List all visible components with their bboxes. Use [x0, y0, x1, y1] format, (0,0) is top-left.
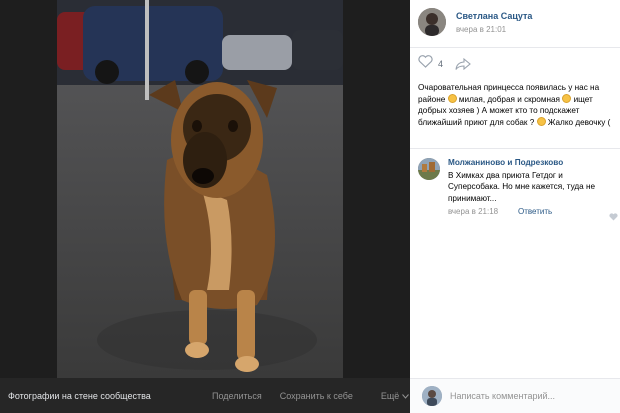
save-photo-link[interactable]: Сохранить к себе [280, 391, 353, 401]
like-button[interactable] [418, 55, 433, 73]
comment-item: Молжаниново и Подрезково В Химках два пр… [418, 156, 618, 221]
like-count: 4 [438, 59, 444, 69]
post-text-2: милая, добрая и скромная [458, 94, 560, 104]
photo-caption-bar: Фотографии на стене сообщества Поделитьс… [0, 378, 410, 413]
comment-input[interactable] [450, 389, 610, 403]
comment-text: В Химках два приюта Гетдог и Суперсобака… [448, 171, 596, 203]
author-name-link[interactable]: Светлана Сацута [456, 11, 532, 21]
share-button[interactable] [455, 58, 471, 70]
comment-like-button[interactable] [609, 208, 618, 226]
more-menu-button[interactable]: Ещё [381, 391, 409, 401]
emoji-icon [562, 93, 572, 103]
post-text: Очаровательная принцесса появилась у нас… [418, 82, 618, 128]
photo-viewer: Фотографии на стене сообщества Поделитьс… [0, 0, 410, 413]
comment-composer [410, 378, 620, 413]
commenter-name-link[interactable]: Молжаниново и Подрезково [448, 158, 563, 167]
like-bar: 4 [418, 55, 471, 73]
comment-time-link[interactable]: вчера в 21:18 [448, 207, 498, 216]
emoji-icon [447, 93, 457, 103]
avatar-image [418, 158, 440, 180]
post-side-panel: Светлана Сацута вчера в 21:01 4 Очароват… [410, 0, 620, 413]
author-avatar[interactable] [418, 8, 446, 36]
photo-actions: Поделиться Сохранить к себе Ещё [212, 391, 409, 401]
divider [410, 148, 620, 149]
commenter-avatar[interactable] [418, 158, 440, 180]
post-author: Светлана Сацута вчера в 21:01 [418, 8, 618, 40]
heart-icon [418, 55, 433, 68]
current-user-avatar[interactable] [422, 386, 442, 406]
post-time-link[interactable]: вчера в 21:01 [456, 25, 506, 34]
avatar-image [422, 386, 442, 406]
chevron-down-icon [401, 394, 409, 399]
album-title-link[interactable]: Фотографии на стене сообщества [8, 391, 151, 401]
avatar-image [418, 8, 446, 36]
emoji-icon [536, 116, 546, 126]
divider [410, 47, 620, 48]
reply-link[interactable]: Ответить [518, 207, 552, 216]
dog-photo-image [57, 0, 343, 378]
more-label: Ещё [380, 391, 400, 401]
post-text-4: Жалко девочку ( [547, 117, 611, 127]
share-arrow-icon [455, 58, 471, 70]
heart-icon [609, 213, 618, 221]
photo[interactable] [57, 0, 343, 378]
share-photo-link[interactable]: Поделиться [212, 391, 262, 401]
